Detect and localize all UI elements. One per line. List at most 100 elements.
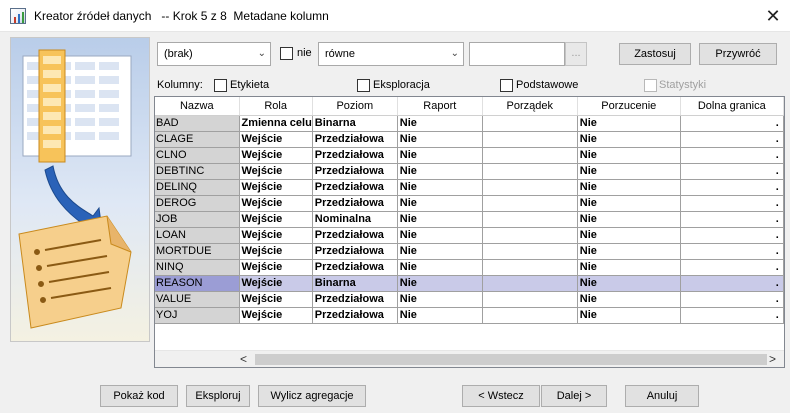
cell-lower-limit[interactable]: . [680, 115, 784, 132]
cell-name[interactable]: DEBTINC [155, 163, 240, 180]
cell-role[interactable]: Wejście [239, 307, 313, 324]
cell-drop[interactable]: Nie [577, 211, 681, 228]
cell-level[interactable]: Binarna [312, 275, 398, 292]
filter-value-input[interactable] [469, 42, 565, 66]
scroll-left-icon[interactable]: < [240, 352, 247, 366]
show-code-button[interactable]: Pokaż kod [100, 385, 178, 407]
cell-role[interactable]: Zmienna celu [239, 115, 313, 132]
column-metadata-grid[interactable]: Nazwa Rola Poziom Raport Porządek Porzuc… [154, 96, 785, 368]
table-row[interactable]: CLNO Wejście Przedziałowa Nie Nie . [155, 147, 784, 164]
cell-report[interactable]: Nie [397, 147, 483, 164]
cell-order[interactable] [482, 131, 578, 148]
header-level[interactable]: Poziom [312, 97, 398, 116]
cell-drop[interactable]: Nie [577, 147, 681, 164]
cell-order[interactable] [482, 291, 578, 308]
cell-level[interactable]: Przedziałowa [312, 131, 398, 148]
cell-lower-limit[interactable]: . [680, 259, 784, 276]
compute-summary-button[interactable]: Wylicz agregacje [258, 385, 366, 407]
cell-lower-limit[interactable]: . [680, 163, 784, 180]
cell-name[interactable]: MORTDUE [155, 243, 240, 260]
cell-drop[interactable]: Nie [577, 291, 681, 308]
cell-drop[interactable]: Nie [577, 243, 681, 260]
cell-report[interactable]: Nie [397, 115, 483, 132]
cell-drop[interactable]: Nie [577, 275, 681, 292]
header-order[interactable]: Porządek [482, 97, 578, 116]
cell-order[interactable] [482, 227, 578, 244]
cell-drop[interactable]: Nie [577, 259, 681, 276]
table-row[interactable]: VALUE Wejście Przedziałowa Nie Nie . [155, 291, 784, 308]
cell-level[interactable]: Przedziałowa [312, 195, 398, 212]
back-button[interactable]: < Wstecz [462, 385, 540, 407]
explore-button[interactable]: Eksploruj [186, 385, 250, 407]
cell-drop[interactable]: Nie [577, 131, 681, 148]
browse-button[interactable]: ... [565, 42, 587, 66]
cell-report[interactable]: Nie [397, 131, 483, 148]
cell-order[interactable] [482, 179, 578, 196]
cell-drop[interactable]: Nie [577, 307, 681, 324]
cell-level[interactable]: Przedziałowa [312, 291, 398, 308]
cell-lower-limit[interactable]: . [680, 195, 784, 212]
cell-lower-limit[interactable]: . [680, 275, 784, 292]
filter-column-select[interactable]: (brak) ⌄ [157, 42, 271, 66]
cell-level[interactable]: Przedziałowa [312, 259, 398, 276]
cell-name[interactable]: REASON [155, 275, 240, 292]
cell-role[interactable]: Wejście [239, 179, 313, 196]
cell-name[interactable]: BAD [155, 115, 240, 132]
cell-report[interactable]: Nie [397, 227, 483, 244]
cell-order[interactable] [482, 307, 578, 324]
table-row[interactable]: LOAN Wejście Przedziałowa Nie Nie . [155, 227, 784, 244]
cell-level[interactable]: Binarna [312, 115, 398, 132]
cell-report[interactable]: Nie [397, 307, 483, 324]
reset-button[interactable]: Przywróć [699, 43, 777, 65]
table-row[interactable]: NINQ Wejście Przedziałowa Nie Nie . [155, 259, 784, 276]
cell-lower-limit[interactable]: . [680, 147, 784, 164]
cell-report[interactable]: Nie [397, 211, 483, 228]
header-drop[interactable]: Porzucenie [577, 97, 681, 116]
cell-order[interactable] [482, 211, 578, 228]
cancel-button[interactable]: Anuluj [625, 385, 699, 407]
basic-column-checkbox[interactable] [500, 79, 513, 92]
cell-name[interactable]: VALUE [155, 291, 240, 308]
cell-report[interactable]: Nie [397, 291, 483, 308]
cell-report[interactable]: Nie [397, 179, 483, 196]
cell-lower-limit[interactable]: . [680, 243, 784, 260]
cell-name[interactable]: CLAGE [155, 131, 240, 148]
table-row[interactable]: MORTDUE Wejście Przedziałowa Nie Nie . [155, 243, 784, 260]
cell-drop[interactable]: Nie [577, 163, 681, 180]
table-row[interactable]: YOJ Wejście Przedziałowa Nie Nie . [155, 307, 784, 324]
cell-role[interactable]: Wejście [239, 147, 313, 164]
cell-name[interactable]: DEROG [155, 195, 240, 212]
cell-name[interactable]: YOJ [155, 307, 240, 324]
cell-name[interactable]: CLNO [155, 147, 240, 164]
cell-name[interactable]: LOAN [155, 227, 240, 244]
cell-order[interactable] [482, 147, 578, 164]
cell-order[interactable] [482, 243, 578, 260]
cell-report[interactable]: Nie [397, 243, 483, 260]
cell-level[interactable]: Nominalna [312, 211, 398, 228]
header-role[interactable]: Rola [239, 97, 313, 116]
cell-lower-limit[interactable]: . [680, 211, 784, 228]
table-row[interactable]: DEROG Wejście Przedziałowa Nie Nie . [155, 195, 784, 212]
cell-level[interactable]: Przedziałowa [312, 307, 398, 324]
header-report[interactable]: Raport [397, 97, 483, 116]
cell-level[interactable]: Przedziałowa [312, 163, 398, 180]
apply-button[interactable]: Zastosuj [619, 43, 691, 65]
cell-level[interactable]: Przedziałowa [312, 179, 398, 196]
cell-role[interactable]: Wejście [239, 163, 313, 180]
negate-checkbox[interactable] [280, 47, 293, 60]
table-row[interactable]: DELINQ Wejście Przedziałowa Nie Nie . [155, 179, 784, 196]
cell-lower-limit[interactable]: . [680, 179, 784, 196]
cell-role[interactable]: Wejście [239, 211, 313, 228]
cell-lower-limit[interactable]: . [680, 307, 784, 324]
close-icon[interactable]: ✕ [760, 4, 786, 28]
cell-drop[interactable]: Nie [577, 179, 681, 196]
header-name[interactable]: Nazwa [155, 97, 240, 116]
cell-order[interactable] [482, 163, 578, 180]
cell-lower-limit[interactable]: . [680, 291, 784, 308]
label-column-checkbox[interactable] [214, 79, 227, 92]
cell-report[interactable]: Nie [397, 259, 483, 276]
table-row[interactable]: DEBTINC Wejście Przedziałowa Nie Nie . [155, 163, 784, 180]
cell-name[interactable]: NINQ [155, 259, 240, 276]
cell-level[interactable]: Przedziałowa [312, 227, 398, 244]
cell-report[interactable]: Nie [397, 275, 483, 292]
